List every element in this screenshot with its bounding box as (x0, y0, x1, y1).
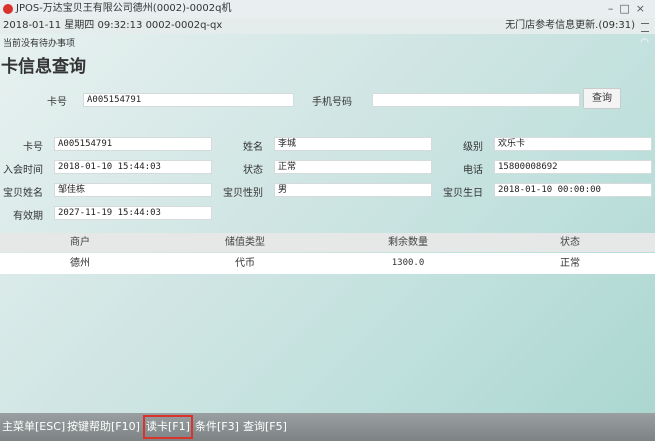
expiry-field: 2027-11-19 15:44:03 (54, 206, 212, 220)
baby-birthday-field: 2018-01-10 00:00:00 (494, 183, 652, 197)
page-title: 卡信息查询 (1, 57, 86, 77)
close-icon[interactable]: × (636, 2, 651, 15)
column-header-merchant: 商户 (70, 237, 90, 248)
baby-gender-field: 男 (274, 183, 432, 197)
search-phone-label: 手机号码 (312, 97, 352, 108)
search-card-input[interactable]: A005154791 (83, 93, 294, 107)
column-header-status: 状态 (560, 237, 580, 248)
name-field: 李城 (274, 137, 432, 151)
datetime-info: 2018-01-11 星期四 09:32:13 0002-0002q-qx (3, 20, 223, 31)
search-card-label: 卡号 (47, 97, 67, 108)
app-logo-icon (3, 4, 13, 14)
card-no-label: 卡号 (23, 142, 43, 153)
store-update-info: 无门店参考信息更新.(09:31) (505, 20, 635, 31)
function-key-bar: 主菜单[ESC] 按键帮助[F10] 读卡[F1] 条件[F3] 查询[F5] (0, 413, 655, 441)
query-button[interactable]: 查询 (583, 88, 621, 109)
expiry-label: 有效期 (13, 211, 43, 222)
todo-notice: 当前没有待办事项 (3, 39, 76, 49)
title-bar: JPOS-万达宝贝王有限公司德州(0002)-0002q机 –□× (0, 0, 655, 18)
search-phone-input[interactable] (372, 93, 580, 107)
key-help-button[interactable]: 按键帮助[F10] (67, 413, 140, 441)
baby-birthday-label: 宝贝生日 (443, 188, 483, 199)
status-line: 2018-01-11 星期四 09:32:13 0002-0002q-qx 无门… (0, 18, 655, 34)
read-card-button[interactable]: 读卡[F1] (143, 415, 193, 439)
status-field: 正常 (274, 160, 432, 174)
status-label: 状态 (243, 165, 263, 176)
phone-field: 15800008692 (494, 160, 652, 174)
cell-remaining: 1300.0 (391, 258, 425, 268)
level-field: 欢乐卡 (494, 137, 652, 151)
window-controls: –□× (608, 0, 651, 18)
join-time-field: 2018-01-10 15:44:03 (54, 160, 212, 174)
cell-merchant: 德州 (70, 258, 90, 269)
baby-name-field: 邹佳栋 (54, 183, 212, 197)
wifi-icon: ◠ (640, 37, 649, 48)
query-f5-button[interactable]: 查询[F5] (243, 413, 287, 441)
column-header-remaining: 剩余数量 (388, 237, 428, 248)
card-no-field: A005154791 (54, 137, 212, 151)
join-time-label: 入会时间 (3, 165, 43, 176)
table-header: 商户 储值类型 剩余数量 状态 (0, 233, 655, 252)
cell-stored-type: 代币 (235, 258, 255, 269)
name-label: 姓名 (243, 142, 263, 153)
condition-button[interactable]: 条件[F3] (195, 413, 239, 441)
maximize-icon[interactable]: □ (619, 2, 635, 15)
level-label: 级别 (463, 142, 483, 153)
main-menu-button[interactable]: 主菜单[ESC] (2, 413, 65, 441)
window-title: JPOS-万达宝贝王有限公司德州(0002)-0002q机 (16, 3, 232, 14)
cell-status: 正常 (560, 258, 580, 269)
phone-label: 电话 (463, 165, 483, 176)
minimize-icon[interactable]: – (608, 2, 620, 15)
column-header-stored-type: 储值类型 (225, 237, 265, 248)
baby-gender-label: 宝贝性别 (223, 188, 263, 199)
table-row[interactable]: 德州 代币 1300.0 正常 (0, 253, 655, 274)
menu-icon[interactable] (641, 23, 649, 32)
baby-name-label: 宝贝姓名 (3, 188, 43, 199)
